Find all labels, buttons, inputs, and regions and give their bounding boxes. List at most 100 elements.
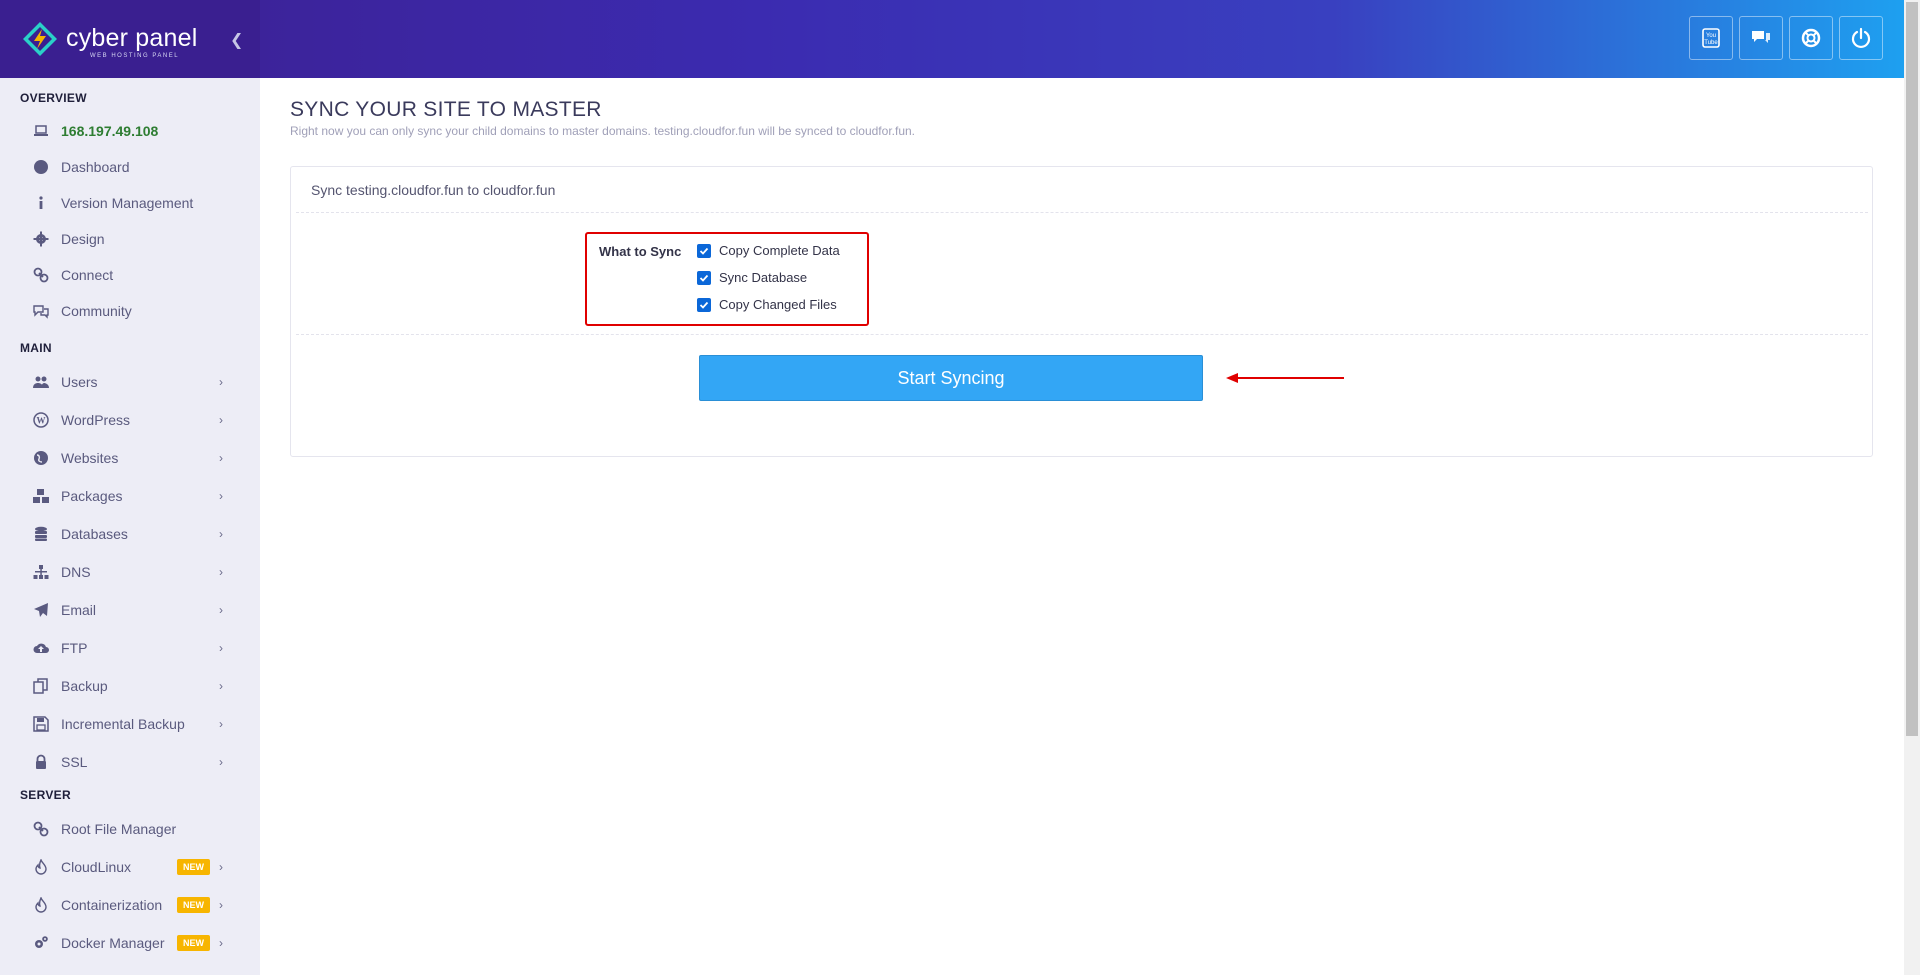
sidebar-item-label: Version Management [61,195,194,211]
new-badge: NEW [177,859,210,875]
sidebar-item-label: Users [61,374,98,390]
chevron-right-icon: › [219,489,223,503]
sidebar-item-ftp[interactable]: FTP › [0,633,260,663]
new-badge: NEW [177,897,210,913]
sidebar-item-label: Root File Manager [61,821,177,837]
sidebar-item-dashboard[interactable]: Dashboard [0,152,260,182]
scrollbar-thumb[interactable] [1906,2,1918,736]
sidebar-item-version-management[interactable]: Version Management [0,188,260,218]
chevron-right-icon: › [219,375,223,389]
chevron-right-icon: › [219,565,223,579]
sitemap-icon [32,563,50,581]
sidebar-item-design[interactable]: Design [0,224,260,254]
card-heading: Sync testing.cloudfor.fun to cloudfor.fu… [311,182,556,198]
logo-text: cyber panel [66,24,198,52]
sidebar-item-root-file-manager[interactable]: Root File Manager [0,814,260,844]
paper-plane-icon [32,601,50,619]
checkbox-checked[interactable] [697,243,711,258]
page-title: SYNC YOUR SITE TO MASTER [290,98,602,121]
sidebar-item-label: CloudLinux [61,859,132,875]
option-copy-complete-data[interactable]: Copy Complete Data [697,243,840,258]
lock-icon [32,753,50,771]
sidebar-item-wordpress[interactable]: W WordPress › [0,405,260,435]
sidebar-item-label: Design [61,231,105,247]
sidebar-item-label: Websites [61,450,119,466]
logo-area: cyber panel WEB HOSTING PANEL ❮ [0,0,260,78]
sidebar-item-label: Email [61,602,97,618]
annotation-arrow-icon [1226,373,1344,383]
what-to-sync-label: What to Sync [599,244,682,259]
sidebar-item-containerization[interactable]: Containerization NEW › [0,890,260,920]
sidebar-item-label: Backup [61,678,108,694]
sidebar-item-cloudlinux[interactable]: CloudLinux NEW › [0,852,260,882]
gear-icon [32,230,50,248]
sidebar-section-overview: OVERVIEW [20,91,87,105]
info-icon [32,194,50,212]
checkbox-checked[interactable] [697,270,711,285]
youtube-button[interactable]: You Tube [1689,16,1733,60]
sidebar-item-dns[interactable]: DNS › [0,557,260,587]
fire-icon [32,896,50,914]
chevron-right-icon: › [219,451,223,465]
comments-icon [32,302,50,320]
sidebar-item-label: Dashboard [61,159,130,175]
chevron-right-icon: › [219,527,223,541]
sidebar: OVERVIEW 168.197.49.108 Dashboard Versio… [0,78,260,975]
sidebar-item-label: Packages [61,488,123,504]
copy-icon [32,677,50,695]
chevron-left-icon[interactable]: ❮ [230,30,243,50]
svg-text:Tube: Tube [1704,40,1718,46]
sync-card: Sync testing.cloudfor.fun to cloudfor.fu… [290,166,1873,457]
sidebar-item-label: Docker Manager [61,935,165,951]
sidebar-item-websites[interactable]: Websites › [0,443,260,473]
option-copy-changed-files[interactable]: Copy Changed Files [697,297,837,312]
top-header: cyber panel WEB HOSTING PANEL ❮ You Tube [0,0,1904,78]
chat-button[interactable] [1739,16,1783,60]
sidebar-item-label: Containerization [61,897,163,913]
checkmark-icon [699,301,709,309]
sidebar-item-ip[interactable]: 168.197.49.108 [0,116,260,146]
power-icon [1851,27,1871,49]
users-icon [32,373,50,391]
sidebar-item-databases[interactable]: Databases › [0,519,260,549]
option-label: Copy Complete Data [719,243,840,258]
chevron-right-icon: › [219,898,223,912]
checkmark-icon [699,274,709,282]
chevron-right-icon: › [219,603,223,617]
page-subtitle: Right now you can only sync your child d… [290,124,915,138]
checkbox-checked[interactable] [697,297,711,312]
cloud-upload-icon [32,639,50,657]
option-sync-database[interactable]: Sync Database [697,270,807,285]
sidebar-item-label: WordPress [61,412,130,428]
sidebar-item-backup[interactable]: Backup › [0,671,260,701]
sidebar-item-community[interactable]: Community [0,296,260,326]
save-icon [32,715,50,733]
sidebar-item-users[interactable]: Users › [0,367,260,397]
chat-icon [1752,31,1770,43]
sidebar-section-server: SERVER [20,788,71,802]
cogs-icon [32,934,50,952]
sidebar-item-ssl[interactable]: SSL › [0,747,260,777]
laptop-icon [32,122,50,140]
chevron-right-icon: › [219,413,223,427]
chevron-right-icon: › [219,936,223,950]
logo-subtitle: WEB HOSTING PANEL [90,53,180,59]
sidebar-item-email[interactable]: Email › [0,595,260,625]
palette-icon [32,158,50,176]
checkmark-icon [699,247,709,255]
chevron-right-icon: › [219,755,223,769]
sidebar-item-packages[interactable]: Packages › [0,481,260,511]
sidebar-item-connect[interactable]: Connect [0,260,260,290]
chevron-right-icon: › [219,717,223,731]
link-icon [32,820,50,838]
cubes-icon [32,487,50,505]
sidebar-item-label: DNS [61,564,91,580]
logout-button[interactable] [1839,16,1883,60]
youtube-icon: YouTube [1702,28,1720,48]
start-syncing-button[interactable]: Start Syncing [699,355,1203,401]
option-label: Copy Changed Files [719,297,837,312]
sidebar-item-label: Community [61,303,132,319]
support-button[interactable] [1789,16,1833,60]
sidebar-item-docker-manager[interactable]: Docker Manager NEW › [0,928,260,958]
sidebar-item-incremental-backup[interactable]: Incremental Backup › [0,709,260,739]
